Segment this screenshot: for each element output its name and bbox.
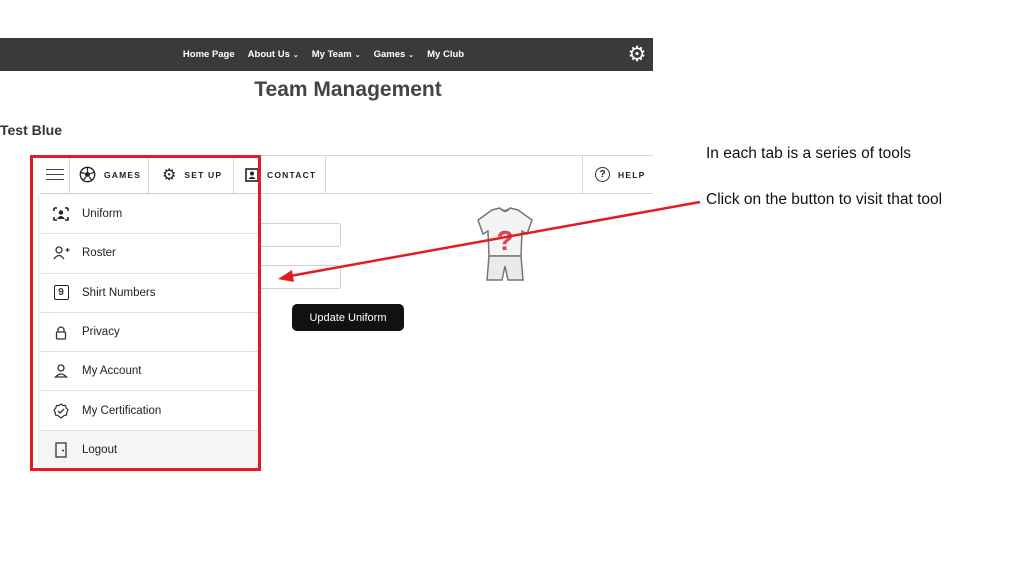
tab-games-label: GAMES [104, 169, 142, 180]
nav-games-label: Games [373, 49, 406, 60]
menu-item-label: Uniform [82, 208, 123, 221]
jersey-icon: ? [477, 207, 533, 281]
chevron-down-icon: ⌄ [354, 51, 361, 59]
menu-item-my-account[interactable]: My Account [40, 352, 258, 392]
tab-help[interactable]: ? HELP [582, 156, 653, 193]
uniform-icon [40, 207, 82, 221]
nav-my-team[interactable]: My Team ⌄ [312, 49, 361, 60]
nav-home-label: Home Page [182, 49, 235, 60]
tab-contact[interactable]: CONTACT [233, 156, 326, 193]
badge-check-icon [40, 402, 82, 419]
menu-item-privacy[interactable]: Privacy [40, 313, 258, 353]
menu-item-my-certification[interactable]: My Certification [40, 391, 258, 431]
svg-text:?: ? [496, 225, 513, 256]
annotation-note-buttons: Click on the button to visit that tool [706, 191, 943, 208]
soccer-ball-icon [79, 166, 96, 183]
chevron-down-icon: ⌄ [292, 51, 299, 59]
door-exit-icon [40, 442, 82, 459]
nav-games[interactable]: Games ⌄ [374, 49, 415, 60]
menu-item-label: Logout [82, 444, 118, 457]
gear-outline-icon: ⚙ [162, 166, 177, 184]
nav-my-club[interactable]: My Club [427, 49, 464, 60]
top-navbar: Home Page About Us ⌄ My Team ⌄ Games ⌄ My C… [0, 38, 653, 71]
nav-links: Home Page About Us ⌄ My Team ⌄ Games ⌄ My C… [0, 38, 653, 71]
gear-icon[interactable]: ⚙ [626, 44, 648, 66]
nav-my-team-label: My Team [311, 49, 352, 60]
tools-menu: Uniform Roster 9 Shirt Numbers Privacy M… [40, 195, 258, 471]
nav-about-label: About Us [247, 49, 290, 60]
tab-games[interactable]: GAMES [70, 156, 149, 193]
lock-icon [40, 325, 82, 340]
menu-item-shirt-numbers[interactable]: 9 Shirt Numbers [40, 274, 258, 313]
nav-about-us[interactable]: About Us ⌄ [248, 49, 299, 60]
tab-setup-label: SET UP [184, 169, 223, 180]
hamburger-icon [45, 169, 64, 180]
menu-item-uniform[interactable]: Uniform [40, 195, 258, 235]
contact-card-icon [245, 167, 259, 182]
help-icon: ? [595, 167, 610, 182]
menu-item-label: Shirt Numbers [82, 286, 156, 299]
update-uniform-button[interactable]: Update Uniform [292, 304, 404, 331]
tab-help-label: HELP [618, 169, 646, 180]
person-icon [40, 364, 82, 378]
menu-item-label: Privacy [82, 326, 120, 339]
add-person-icon [40, 246, 82, 260]
page-title: Team Management [254, 78, 442, 101]
annotation-note-tabs: In each tab is a series of tools [706, 145, 912, 162]
nav-home-page[interactable]: Home Page [183, 49, 235, 60]
menu-item-logout[interactable]: Logout [40, 430, 258, 471]
number-box-icon: 9 [40, 285, 82, 301]
tab-bar: GAMES ⚙ SET UP CONTACT ? HELP [40, 155, 653, 194]
nav-my-club-label: My Club [427, 49, 465, 60]
menu-toggle-button[interactable] [40, 156, 70, 193]
menu-item-label: Roster [82, 247, 116, 260]
menu-item-roster[interactable]: Roster [40, 234, 258, 274]
chevron-down-icon: ⌄ [408, 51, 415, 59]
number-box-glyph: 9 [53, 285, 69, 301]
tab-contact-label: CONTACT [267, 169, 317, 180]
menu-item-label: My Certification [82, 404, 162, 417]
menu-item-label: My Account [82, 365, 142, 378]
tab-setup[interactable]: ⚙ SET UP [149, 156, 233, 193]
team-name: Test Blue [0, 122, 62, 138]
